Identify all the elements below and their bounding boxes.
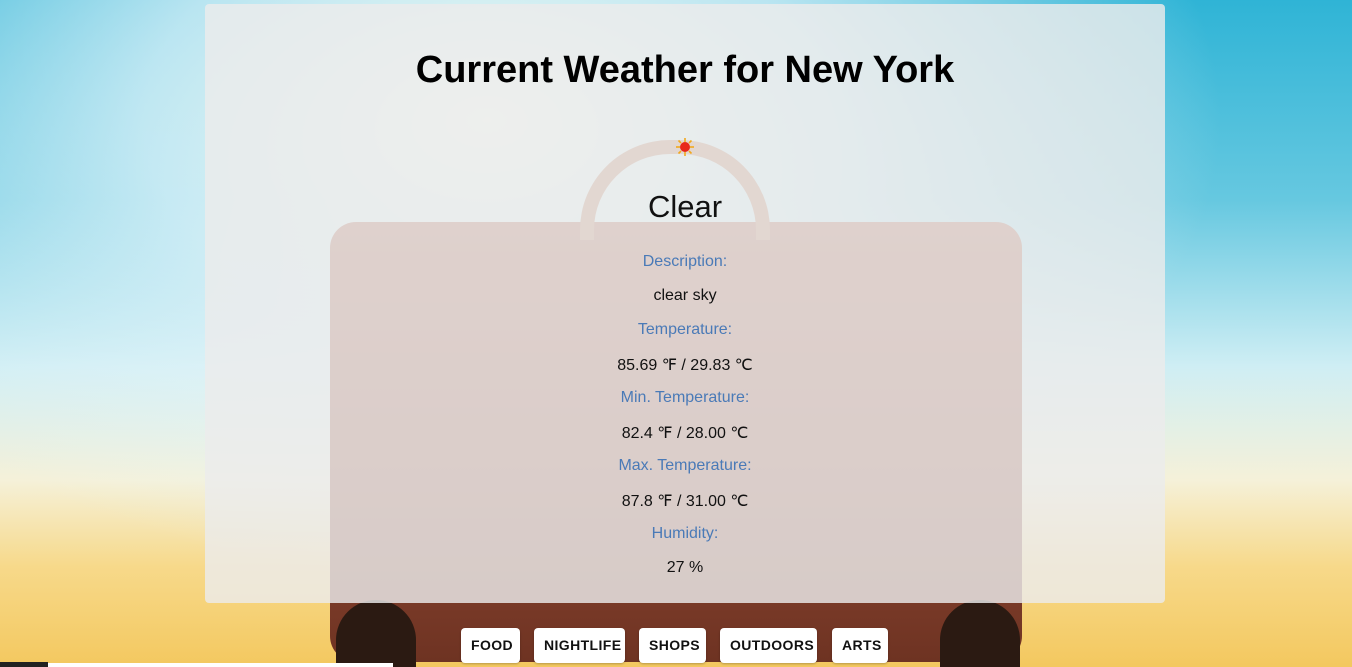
nav-button-food[interactable]: FOOD bbox=[461, 628, 520, 663]
nav-button-nightlife[interactable]: NIGHTLIFE bbox=[534, 628, 625, 663]
max-temperature-value: 87.8 ℉ / 31.00 ℃ bbox=[621, 493, 749, 510]
nav-button-arts[interactable]: ARTS bbox=[832, 628, 888, 663]
temperature-label: Temperature: bbox=[637, 321, 733, 338]
description-label: Description: bbox=[642, 253, 728, 270]
bottom-edge-light bbox=[48, 663, 393, 667]
max-temperature-label: Max. Temperature: bbox=[618, 457, 752, 474]
humidity-label: Humidity: bbox=[651, 525, 719, 542]
min-temperature-label: Min. Temperature: bbox=[620, 389, 750, 406]
weather-condition: Clear bbox=[647, 189, 723, 224]
nav-button-outdoors[interactable]: OUTDOORS bbox=[720, 628, 817, 663]
bottom-edge-dark bbox=[0, 662, 48, 667]
nav-button-shops[interactable]: SHOPS bbox=[639, 628, 706, 663]
min-temperature-value: 82.4 ℉ / 28.00 ℃ bbox=[621, 425, 749, 442]
description-value: clear sky bbox=[653, 287, 717, 304]
page-title: Current Weather for New York bbox=[415, 49, 955, 91]
temperature-value: 85.69 ℉ / 29.83 ℃ bbox=[617, 357, 753, 374]
sun-icon bbox=[676, 138, 694, 156]
weather-card: Current Weather for New York Clear Descr… bbox=[205, 4, 1165, 603]
humidity-value: 27 % bbox=[666, 559, 704, 576]
